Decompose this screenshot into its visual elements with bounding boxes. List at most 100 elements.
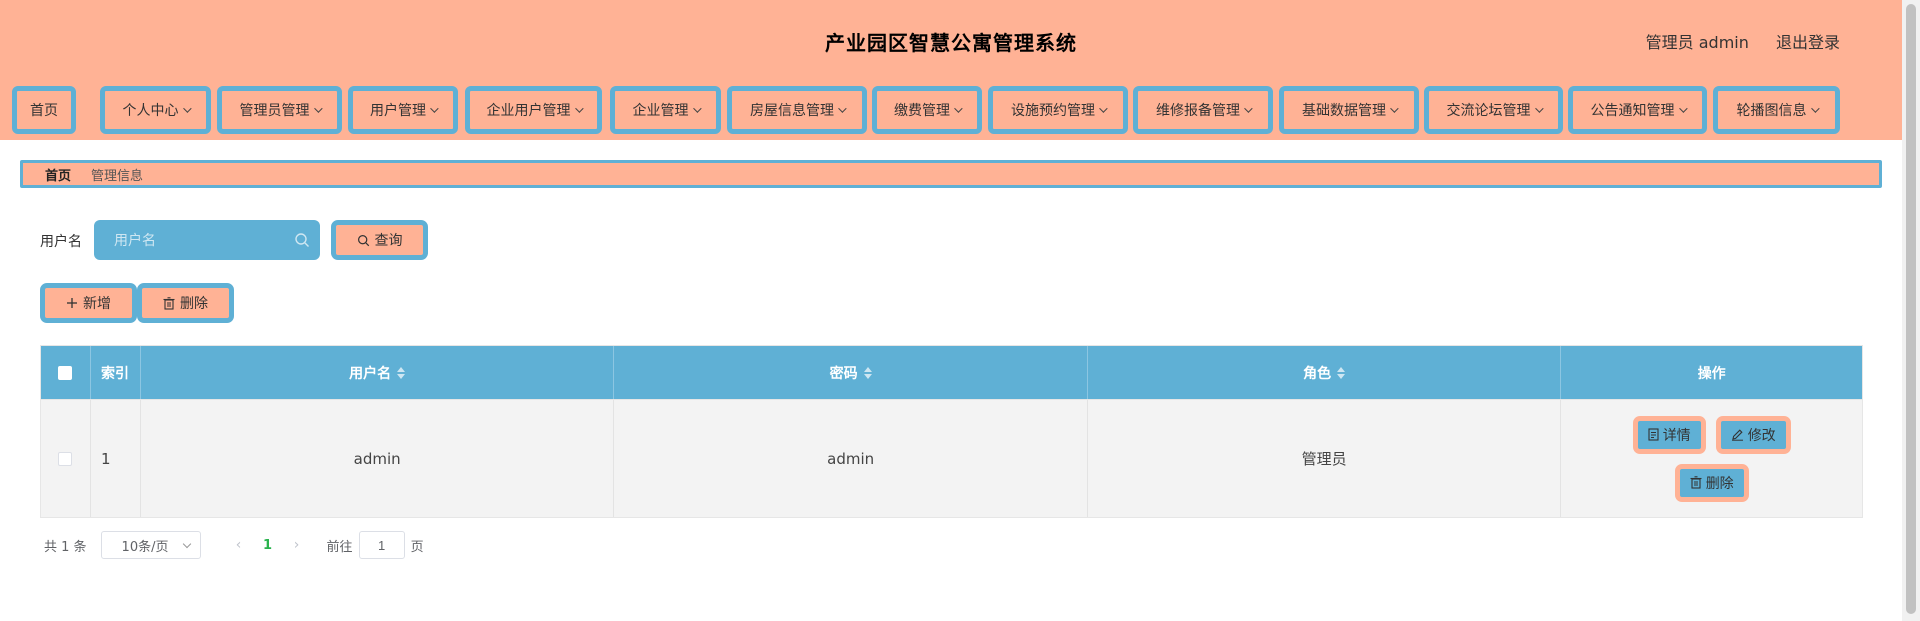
search-icon [295, 233, 309, 247]
page-suffix: 页 [410, 539, 424, 555]
detail-button-label: 详情 [1662, 427, 1691, 444]
nav-item-label: 维修报备管理 [1156, 103, 1240, 119]
scrollbar-thumb[interactable] [1906, 4, 1916, 614]
delete-button-label: 删除 [1705, 475, 1734, 492]
row-username: admin [141, 400, 615, 517]
chevron-down-icon [838, 104, 847, 113]
nav-item-forum-management[interactable]: 交流论坛管理 [1424, 86, 1563, 134]
header-role[interactable]: 角色 [1088, 346, 1562, 399]
chevron-down-icon [574, 104, 584, 113]
chevron-down-icon [430, 104, 439, 113]
chevron-down-icon [182, 539, 191, 549]
sort-icon[interactable] [863, 366, 872, 379]
goto-label: 前往 [326, 539, 353, 555]
username-search-box [94, 220, 320, 260]
nav-item-repair-report-management[interactable]: 维修报备管理 [1133, 86, 1273, 134]
nav-item-carousel-info[interactable]: 轮播图信息 [1713, 86, 1840, 134]
nav-item-facility-booking-management[interactable]: 设施预约管理 [988, 86, 1128, 134]
nav-item-label: 交流论坛管理 [1446, 103, 1531, 119]
detail-button[interactable]: 详情 [1632, 415, 1706, 454]
header-password-label: 密码 [829, 365, 858, 382]
nav-item-home[interactable]: 首页 [12, 86, 76, 134]
nav-item-enterprise-user-management[interactable]: 企业用户管理 [465, 86, 602, 134]
query-button[interactable]: 查询 [331, 220, 428, 260]
nav-item-profile[interactable]: 个人中心 [100, 86, 211, 134]
pagination-total: 共 1 条 [44, 539, 87, 555]
add-button-label: 新增 [83, 296, 111, 312]
chevron-down-icon [1390, 104, 1399, 113]
page-size-value: 10条/页 [121, 539, 169, 555]
logout-link[interactable]: 退出登录 [1776, 33, 1840, 52]
chevron-down-icon [692, 104, 702, 113]
nav-item-admin-management[interactable]: 管理员管理 [217, 86, 342, 134]
header-index-label: 索引 [100, 365, 129, 382]
header-index: 索引 [91, 346, 141, 399]
select-all-checkbox[interactable] [58, 365, 73, 380]
row-index: 1 [91, 400, 141, 517]
row-operations: 详情 修改 删除 [1561, 400, 1862, 517]
system-title: 产业园区智慧公寓管理系统 [825, 31, 1077, 55]
header-username[interactable]: 用户名 [141, 346, 615, 399]
nav-item-enterprise-management[interactable]: 企业管理 [610, 86, 721, 134]
next-page-icon[interactable]: › [283, 537, 311, 553]
chevron-down-icon [1244, 104, 1253, 113]
nav-item-label: 企业管理 [632, 103, 689, 119]
delete-button[interactable]: 删除 [1674, 463, 1749, 502]
prev-page-icon[interactable]: ‹ [225, 537, 253, 553]
batch-delete-button-label: 删除 [180, 296, 208, 312]
chevron-down-icon [1678, 104, 1688, 113]
query-button-label: 查询 [374, 233, 403, 249]
table-row: 1 admin admin 管理员 详情 修改 删除 [41, 399, 1862, 517]
chevron-down-icon [1810, 104, 1820, 113]
row-checkbox[interactable] [58, 451, 73, 466]
chevron-down-icon [954, 104, 963, 113]
edit-button-label: 修改 [1747, 427, 1776, 444]
header-username-label: 用户名 [349, 365, 392, 382]
username-search-label: 用户名 [40, 234, 82, 250]
edit-button[interactable]: 修改 [1715, 415, 1791, 454]
nav-item-label: 缴费管理 [894, 103, 950, 119]
pagination: 共 1 条 10条/页 ‹ 1 › 前往 页 [44, 531, 424, 559]
nav-item-label: 基础数据管理 [1302, 103, 1386, 119]
nav-item-label: 管理员管理 [239, 103, 310, 119]
header-operation: 操作 [1561, 346, 1862, 399]
breadcrumb: 首页 管理信息 [20, 160, 1882, 188]
page-size-select[interactable]: 10条/页 [100, 531, 201, 559]
page-number[interactable]: 1 [253, 538, 283, 553]
sort-icon[interactable] [397, 366, 406, 379]
nav-item-label: 用户管理 [370, 103, 426, 119]
chevron-down-icon [1534, 104, 1544, 113]
header-password[interactable]: 密码 [614, 346, 1088, 399]
goto-page-input[interactable] [358, 531, 405, 559]
header-role-label: 角色 [1303, 365, 1332, 382]
header-select-all-cell [41, 346, 91, 399]
top-header: 产业园区智慧公寓管理系统 管理员 admin 退出登录 [0, 0, 1902, 80]
plus-icon [67, 298, 77, 308]
sort-icon[interactable] [1337, 366, 1346, 379]
nav-item-notice-management[interactable]: 公告通知管理 [1568, 86, 1707, 134]
nav-item-user-management[interactable]: 用户管理 [348, 86, 458, 134]
chevron-down-icon [313, 104, 323, 113]
nav-item-base-data-management[interactable]: 基础数据管理 [1279, 86, 1419, 134]
row-role: 管理员 [1088, 400, 1562, 517]
nav-item-label: 企业用户管理 [486, 103, 571, 119]
chevron-down-icon [182, 104, 192, 113]
trash-icon [1690, 476, 1702, 489]
nav-item-house-info-management[interactable]: 房屋信息管理 [727, 86, 867, 134]
nav-item-label: 设施预约管理 [1011, 103, 1095, 119]
batch-delete-button[interactable]: 删除 [137, 283, 234, 323]
username-search-input[interactable] [94, 220, 290, 260]
header-operation-label: 操作 [1697, 365, 1726, 382]
nav-item-payment-management[interactable]: 缴费管理 [872, 86, 982, 134]
nav-item-label: 房屋信息管理 [750, 103, 834, 119]
breadcrumb-home[interactable]: 首页 [45, 165, 71, 184]
current-user-label: 管理员 admin [1645, 33, 1749, 52]
vertical-scrollbar[interactable] [1902, 0, 1920, 621]
add-button[interactable]: 新增 [40, 283, 137, 323]
nav-item-label: 个人中心 [122, 103, 179, 119]
table-header: 索引 用户名 密码 角色 操作 [41, 346, 1862, 399]
admin-table: 索引 用户名 密码 角色 操作 1 admin admin 管理员 详情 修改 [40, 345, 1863, 518]
nav-item-label: 首页 [30, 103, 58, 119]
search-icon [357, 234, 369, 246]
chevron-down-icon [1099, 104, 1108, 113]
